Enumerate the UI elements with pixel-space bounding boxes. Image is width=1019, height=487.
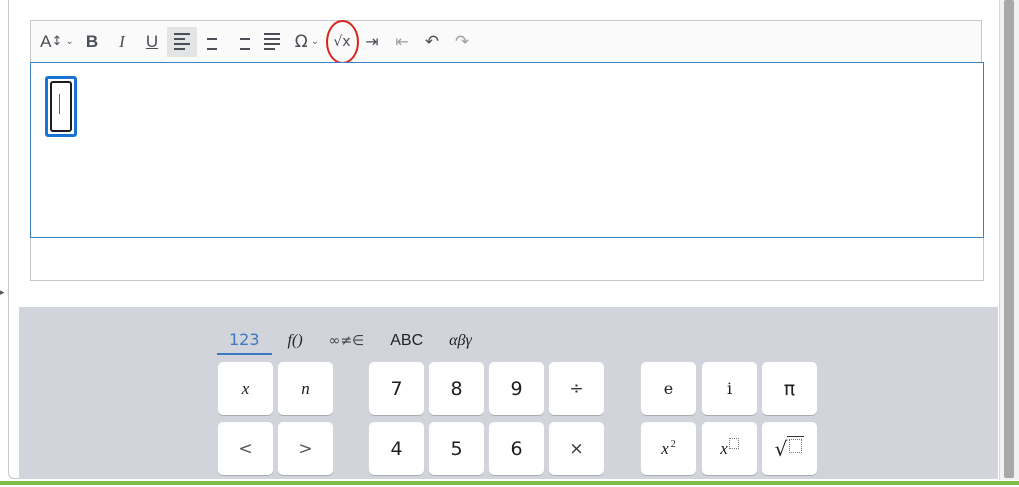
undo-button[interactable]: ↶ bbox=[417, 27, 447, 57]
align-center-icon bbox=[204, 33, 220, 50]
insert-math-button[interactable]: √x bbox=[326, 19, 359, 64]
key-x-squared[interactable]: x2 bbox=[641, 422, 696, 475]
placeholder-box-icon bbox=[789, 439, 803, 453]
chevron-down-icon: ⌄ bbox=[310, 36, 320, 47]
special-characters-dropdown[interactable]: Ω ⌄ bbox=[287, 27, 327, 57]
key-x[interactable]: x bbox=[218, 362, 273, 415]
bold-button[interactable]: B bbox=[77, 27, 107, 57]
key-n[interactable]: n bbox=[278, 362, 333, 415]
tab-symbols[interactable]: ∞≠∈ bbox=[319, 327, 375, 355]
key-divide[interactable]: ÷ bbox=[549, 362, 604, 415]
keyboard-tabs: 123 f() ∞≠∈ ABC αβγ bbox=[217, 325, 488, 355]
tab-functions[interactable]: f() bbox=[278, 327, 313, 355]
align-right-icon bbox=[234, 33, 250, 50]
key-i[interactable]: i bbox=[702, 362, 757, 415]
math-input-field[interactable] bbox=[45, 76, 77, 137]
redo-icon: ↷ bbox=[454, 31, 470, 52]
radical-sign-icon: √ bbox=[774, 436, 788, 461]
highlight-circle bbox=[326, 19, 359, 64]
key-square-root[interactable]: √ bbox=[762, 422, 817, 475]
key-less-than[interactable]: < bbox=[218, 422, 273, 475]
editor-content-area[interactable] bbox=[30, 62, 984, 238]
key-x-power[interactable]: x bbox=[702, 422, 757, 475]
key-6[interactable]: 6 bbox=[489, 422, 544, 475]
page-scrollbar[interactable] bbox=[999, 0, 1019, 480]
align-left-icon bbox=[174, 33, 190, 50]
align-justify-button[interactable] bbox=[257, 27, 287, 57]
outdent-icon: ⇤ bbox=[395, 32, 409, 51]
key-9[interactable]: 9 bbox=[489, 362, 544, 415]
editor-status-area bbox=[30, 238, 984, 281]
key-5[interactable]: 5 bbox=[429, 422, 484, 475]
text-cursor bbox=[59, 94, 60, 114]
key-pi[interactable]: π bbox=[762, 362, 817, 415]
font-size-dropdown[interactable]: A ↕ ⌄ bbox=[37, 27, 77, 57]
redo-button[interactable]: ↷ bbox=[447, 27, 477, 57]
chevron-down-icon: ⌄ bbox=[65, 36, 74, 47]
indent-icon: ⇥ bbox=[365, 32, 379, 51]
align-left-button[interactable] bbox=[167, 26, 197, 57]
key-times[interactable]: × bbox=[549, 422, 604, 475]
indent-button[interactable]: ⇥ bbox=[357, 27, 387, 57]
undo-icon: ↶ bbox=[424, 31, 440, 52]
tab-numbers[interactable]: 123 bbox=[217, 325, 272, 355]
key-x-squared-exponent: 2 bbox=[670, 439, 676, 450]
omega-icon: Ω bbox=[294, 31, 308, 52]
align-center-button[interactable] bbox=[197, 27, 227, 57]
placeholder-box-icon bbox=[728, 438, 739, 449]
math-field-inner bbox=[50, 81, 72, 132]
key-7[interactable]: 7 bbox=[369, 362, 424, 415]
page-bottom-border bbox=[0, 481, 1019, 485]
key-4[interactable]: 4 bbox=[369, 422, 424, 475]
tab-letters[interactable]: ABC bbox=[380, 327, 433, 355]
text-height-icon: ↕ bbox=[51, 34, 63, 49]
italic-button[interactable]: I bbox=[107, 27, 137, 57]
key-8[interactable]: 8 bbox=[429, 362, 484, 415]
resize-arrow-icon: ▸ bbox=[0, 288, 5, 298]
editor-toolbar: A ↕ ⌄ B I U Ω ⌄ √x ⇥ ⇤ ↶ ↷ bbox=[30, 19, 982, 64]
key-greater-than[interactable]: > bbox=[278, 422, 333, 475]
key-x-power-base: x bbox=[720, 438, 728, 458]
math-virtual-keyboard: 123 f() ∞≠∈ ABC αβγ x n 7 8 9 ÷ e i π < … bbox=[19, 307, 998, 479]
key-x-squared-base: x bbox=[661, 438, 669, 458]
underline-button[interactable]: U bbox=[137, 27, 167, 57]
key-e[interactable]: e bbox=[641, 362, 696, 415]
align-justify-icon bbox=[264, 33, 280, 50]
sqrt-placeholder bbox=[787, 436, 805, 461]
tab-greek[interactable]: αβγ bbox=[439, 327, 482, 355]
align-right-button[interactable] bbox=[227, 27, 257, 57]
font-size-label: A bbox=[40, 31, 52, 51]
outdent-button[interactable]: ⇤ bbox=[387, 27, 417, 57]
scrollbar-thumb[interactable] bbox=[1004, 0, 1014, 478]
